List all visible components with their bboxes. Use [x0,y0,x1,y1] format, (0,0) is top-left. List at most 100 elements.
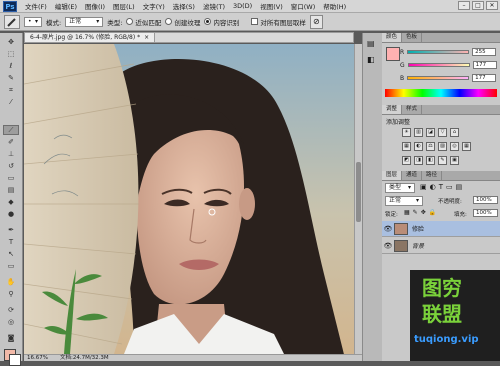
brightness-icon[interactable]: ☀ [402,128,411,137]
black-white-icon[interactable]: ⚖ [426,142,435,151]
menu-help[interactable]: 帮助(H) [319,1,350,11]
opacity-field[interactable]: 100% [473,196,498,204]
zoom-tool-icon[interactable]: ⚲ [3,289,19,299]
menu-window[interactable]: 窗口(W) [287,1,320,11]
3d-camera-tool-icon[interactable]: ◎ [3,317,19,327]
menu-type[interactable]: 文字(Y) [139,1,169,11]
menu-select[interactable]: 选择(S) [169,1,199,11]
dodge-tool-icon[interactable]: ● [3,209,19,219]
blue-value[interactable]: 177 [472,74,497,82]
menu-view[interactable]: 视图(V) [256,1,287,11]
lock-position-icon[interactable]: ✥ [421,209,426,216]
red-value[interactable]: 255 [472,48,497,56]
menu-layer[interactable]: 图层(L) [109,1,139,11]
current-color-swatch[interactable] [386,47,400,61]
radio-create-texture[interactable]: 创建纹理 [165,17,200,27]
document-tab[interactable]: 6-4-原片.jpg @ 16.7% (修脸, RGB/8) * × [25,33,156,43]
color-balance-icon[interactable]: ◐ [414,142,423,151]
channel-mixer-icon[interactable]: ◎ [450,142,459,151]
spot-healing-brush-tool-preset[interactable] [4,14,20,29]
curves-icon[interactable]: ◪ [426,128,435,137]
move-tool-icon[interactable]: ✥ [3,37,19,47]
color-lookup-icon[interactable]: ▦ [462,142,471,151]
clone-stamp-tool-icon[interactable]: ⊥ [3,149,19,159]
menu-file[interactable]: 文件(F) [21,1,51,11]
adjustment-filter-icon[interactable]: ◐ [430,183,436,191]
shape-filter-icon[interactable]: ▭ [446,183,453,191]
pressure-icon[interactable]: ⊘ [309,14,323,29]
green-slider[interactable] [407,63,470,67]
selective-color-icon[interactable]: ✎ [438,156,447,165]
radio-proximity-match[interactable]: 近似匹配 [126,17,161,27]
quick-select-tool-icon[interactable]: ✎ [3,73,19,83]
brush-size-picker[interactable]: • ▾ [24,16,42,27]
tab-styles[interactable]: 样式 [402,105,423,114]
close-button[interactable]: ✕ [486,1,498,10]
spot-healing-brush-tool-icon[interactable]: ⟋ [3,125,19,135]
type-filter-icon[interactable]: T [439,183,443,191]
radio-content-aware[interactable]: 内容识别 [204,17,239,27]
lock-transparent-icon[interactable]: ▦ [404,209,410,216]
lock-all-icon[interactable]: 🔒 [429,209,436,216]
layer-filter-select[interactable]: 类型 ▾ [385,183,415,193]
gradient-map-icon[interactable]: ▣ [450,156,459,165]
menu-3d[interactable]: 3D(D) [229,2,256,10]
threshold-icon[interactable]: ◧ [426,156,435,165]
lock-pixels-icon[interactable]: ✎ [413,209,418,216]
brush-tool-icon[interactable]: ✐ [3,137,19,147]
history-brush-tool-icon[interactable]: ↺ [3,161,19,171]
pixel-filter-icon[interactable]: ▣ [420,183,427,191]
zoom-readout[interactable]: 16.67% [27,355,48,361]
layer-row-retouch[interactable]: 👁 修脸 [382,221,500,237]
eyedropper-tool-icon[interactable]: ⁄ [3,97,19,107]
menu-filter[interactable]: 滤镜(T) [199,1,229,11]
tab-color[interactable]: 颜色 [382,33,403,42]
vibrance-icon[interactable]: ▽ [438,128,447,137]
layer-row-background[interactable]: 👁 背景 [382,238,500,254]
photo-filter-icon[interactable]: ▨ [438,142,447,151]
eraser-tool-icon[interactable]: ▭ [3,173,19,183]
blue-slider[interactable] [407,76,470,80]
sample-all-layers-checkbox[interactable]: 对所有图层取样 [251,17,306,27]
3d-rotate-tool-icon[interactable]: ⟳ [3,305,19,315]
blur-tool-icon[interactable]: ◆ [3,197,19,207]
tab-paths[interactable]: 路径 [422,171,443,180]
menu-edit[interactable]: 编辑(E) [51,1,81,11]
path-select-tool-icon[interactable]: ↖ [3,249,19,259]
fill-field[interactable]: 100% [473,209,498,217]
tab-layers[interactable]: 图层 [382,171,403,180]
levels-icon[interactable]: ▥ [414,128,423,137]
color-spectrum-bar[interactable] [385,89,497,97]
tab-channels[interactable]: 通道 [402,171,423,180]
green-value[interactable]: 177 [472,61,497,69]
close-tab-icon[interactable]: × [144,33,149,43]
hue-saturation-icon[interactable]: ▦ [402,142,411,151]
tab-swatches[interactable]: 色板 [402,33,423,42]
hand-tool-icon[interactable]: ✋ [3,277,19,287]
mode-select[interactable]: 正常 ▾ [65,16,104,27]
exposure-icon[interactable]: ⌂ [450,128,459,137]
scroll-thumb[interactable] [356,162,361,222]
lasso-tool-icon[interactable]: ℓ [3,61,19,71]
history-icon[interactable]: ▤ [367,39,375,48]
red-slider[interactable] [407,50,470,54]
smart-filter-icon[interactable]: ▤ [456,183,463,191]
maximize-button[interactable]: □ [472,1,484,10]
pen-tool-icon[interactable]: ✒ [3,225,19,235]
type-tool-icon[interactable]: T [3,237,19,247]
crop-tool-icon[interactable]: ⌗ [3,85,19,95]
shape-tool-icon[interactable]: ▭ [3,261,19,271]
menu-image[interactable]: 图像(I) [81,1,109,11]
eye-icon[interactable]: 👁 [382,242,394,250]
properties-icon[interactable]: ◧ [367,55,375,64]
tab-adjustments[interactable]: 调整 [382,105,403,114]
background-color-swatch[interactable] [9,354,21,366]
eye-icon[interactable]: 👁 [382,225,394,233]
gradient-tool-icon[interactable]: ▤ [3,185,19,195]
marquee-tool-icon[interactable]: ⬚ [3,49,19,59]
minimize-button[interactable]: – [458,1,470,10]
quick-mask-icon[interactable]: ◙ [3,333,19,343]
invert-icon[interactable]: ◩ [402,156,411,165]
blend-mode-select[interactable]: 正常 ▾ [385,196,423,206]
document-canvas[interactable] [24,44,354,354]
